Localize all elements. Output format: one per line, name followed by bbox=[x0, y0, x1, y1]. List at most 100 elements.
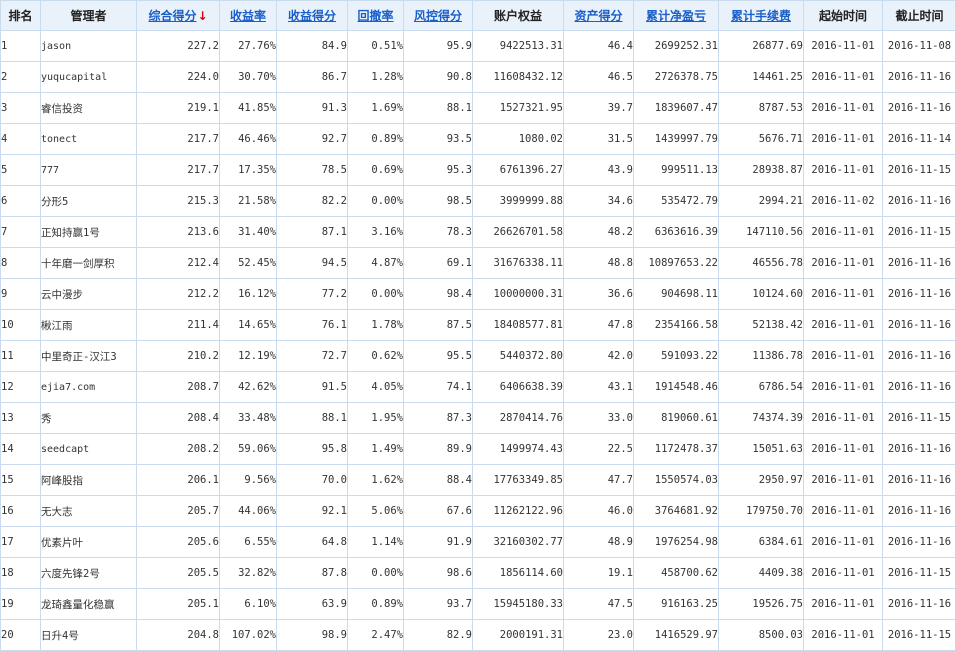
return-rate-cell: 33.48% bbox=[220, 403, 277, 434]
end-time-cell: 2016-11-16 bbox=[883, 279, 955, 310]
header-return-score[interactable]: 收益得分 bbox=[277, 1, 348, 31]
drawdown-cell: 2.47% bbox=[348, 620, 404, 651]
risk-score-cell: 74.1 bbox=[404, 372, 473, 403]
return-score-cell: 95.8 bbox=[277, 434, 348, 465]
manager-link[interactable]: 正知持赢1号 bbox=[41, 217, 137, 248]
manager-link[interactable]: 777 bbox=[41, 155, 137, 186]
table-row: 15阿峰股指206.19.56%70.01.62%88.417763349.85… bbox=[1, 465, 955, 496]
fees-cell: 10124.60 bbox=[719, 279, 804, 310]
header-composite-score[interactable]: 综合得分↓ bbox=[137, 1, 220, 31]
header-label: 回撤率 bbox=[357, 9, 393, 23]
return-score-cell: 87.8 bbox=[277, 558, 348, 589]
return-score-cell: 91.3 bbox=[277, 93, 348, 124]
start-time-cell: 2016-11-01 bbox=[804, 217, 883, 248]
drawdown-cell: 4.87% bbox=[348, 248, 404, 279]
composite-score-cell: 210.2 bbox=[137, 341, 220, 372]
return-score-cell: 72.7 bbox=[277, 341, 348, 372]
manager-link[interactable]: 日升4号 bbox=[41, 620, 137, 651]
composite-score-cell: 206.1 bbox=[137, 465, 220, 496]
drawdown-cell: 0.89% bbox=[348, 589, 404, 620]
header-start-time: 起始时间 bbox=[804, 1, 883, 31]
manager-link[interactable]: 阿峰股指 bbox=[41, 465, 137, 496]
return-rate-cell: 27.76% bbox=[220, 31, 277, 62]
start-time-cell: 2016-11-01 bbox=[804, 124, 883, 155]
manager-link[interactable]: yuqucapital bbox=[41, 62, 137, 93]
start-time-cell: 2016-11-01 bbox=[804, 62, 883, 93]
risk-score-cell: 95.5 bbox=[404, 341, 473, 372]
risk-score-cell: 82.9 bbox=[404, 620, 473, 651]
start-time-cell: 2016-11-01 bbox=[804, 589, 883, 620]
fees-cell: 74374.39 bbox=[719, 403, 804, 434]
net-pnl-cell: 535472.79 bbox=[634, 186, 719, 217]
account-equity-cell: 10000000.31 bbox=[473, 279, 564, 310]
start-time-cell: 2016-11-01 bbox=[804, 403, 883, 434]
account-equity-cell: 32160302.77 bbox=[473, 527, 564, 558]
risk-score-cell: 95.9 bbox=[404, 31, 473, 62]
header-label: 起始时间 bbox=[819, 9, 867, 23]
manager-link[interactable]: 分形5 bbox=[41, 186, 137, 217]
header-return-rate[interactable]: 收益率 bbox=[220, 1, 277, 31]
risk-score-cell: 78.3 bbox=[404, 217, 473, 248]
start-time-cell: 2016-11-01 bbox=[804, 372, 883, 403]
net-pnl-cell: 1439997.79 bbox=[634, 124, 719, 155]
manager-link[interactable]: 十年磨一剑厚积 bbox=[41, 248, 137, 279]
composite-score-cell: 208.7 bbox=[137, 372, 220, 403]
return-score-cell: 94.5 bbox=[277, 248, 348, 279]
drawdown-cell: 1.69% bbox=[348, 93, 404, 124]
net-pnl-cell: 1839607.47 bbox=[634, 93, 719, 124]
header-asset-score[interactable]: 资产得分 bbox=[564, 1, 634, 31]
manager-link[interactable]: 睿信投资 bbox=[41, 93, 137, 124]
risk-score-cell: 95.3 bbox=[404, 155, 473, 186]
table-row: 18六度先锋2号205.532.82%87.80.00%98.61856114.… bbox=[1, 558, 955, 589]
return-score-cell: 86.7 bbox=[277, 62, 348, 93]
asset-score-cell: 36.6 bbox=[564, 279, 634, 310]
account-equity-cell: 31676338.11 bbox=[473, 248, 564, 279]
end-time-cell: 2016-11-16 bbox=[883, 372, 955, 403]
manager-link[interactable]: seedcapt bbox=[41, 434, 137, 465]
fees-cell: 52138.42 bbox=[719, 310, 804, 341]
account-equity-cell: 1856114.60 bbox=[473, 558, 564, 589]
fees-cell: 179750.70 bbox=[719, 496, 804, 527]
header-risk-score[interactable]: 风控得分 bbox=[404, 1, 473, 31]
manager-link[interactable]: 中里奇正-汉江3 bbox=[41, 341, 137, 372]
manager-link[interactable]: 优素片叶 bbox=[41, 527, 137, 558]
manager-link[interactable]: ejia7.com bbox=[41, 372, 137, 403]
rank-cell: 4 bbox=[1, 124, 41, 155]
manager-link[interactable]: 秀 bbox=[41, 403, 137, 434]
fees-cell: 19526.75 bbox=[719, 589, 804, 620]
return-rate-cell: 52.45% bbox=[220, 248, 277, 279]
account-equity-cell: 1080.02 bbox=[473, 124, 564, 155]
manager-link[interactable]: 云中漫步 bbox=[41, 279, 137, 310]
return-rate-cell: 17.35% bbox=[220, 155, 277, 186]
header-label: 累计净盈亏 bbox=[646, 9, 706, 23]
account-equity-cell: 6406638.39 bbox=[473, 372, 564, 403]
manager-link[interactable]: 无大志 bbox=[41, 496, 137, 527]
header-label: 排名 bbox=[8, 9, 32, 23]
return-rate-cell: 30.70% bbox=[220, 62, 277, 93]
manager-link[interactable]: 六度先锋2号 bbox=[41, 558, 137, 589]
manager-link[interactable]: tonect bbox=[41, 124, 137, 155]
asset-score-cell: 48.8 bbox=[564, 248, 634, 279]
header-label: 收益得分 bbox=[288, 9, 336, 23]
asset-score-cell: 47.8 bbox=[564, 310, 634, 341]
drawdown-cell: 0.89% bbox=[348, 124, 404, 155]
risk-score-cell: 69.1 bbox=[404, 248, 473, 279]
header-fees[interactable]: 累计手续费 bbox=[719, 1, 804, 31]
header-net-pnl[interactable]: 累计净盈亏 bbox=[634, 1, 719, 31]
rank-cell: 20 bbox=[1, 620, 41, 651]
end-time-cell: 2016-11-15 bbox=[883, 217, 955, 248]
drawdown-cell: 4.05% bbox=[348, 372, 404, 403]
return-score-cell: 64.8 bbox=[277, 527, 348, 558]
fees-cell: 4409.38 bbox=[719, 558, 804, 589]
fees-cell: 11386.78 bbox=[719, 341, 804, 372]
fees-cell: 6384.61 bbox=[719, 527, 804, 558]
table-row: 20日升4号204.8107.02%98.92.47%82.92000191.3… bbox=[1, 620, 955, 651]
manager-link[interactable]: 楸江雨 bbox=[41, 310, 137, 341]
account-equity-cell: 11262122.96 bbox=[473, 496, 564, 527]
manager-link[interactable]: jason bbox=[41, 31, 137, 62]
risk-score-cell: 88.1 bbox=[404, 93, 473, 124]
return-score-cell: 92.1 bbox=[277, 496, 348, 527]
net-pnl-cell: 3764681.92 bbox=[634, 496, 719, 527]
header-drawdown[interactable]: 回撤率 bbox=[348, 1, 404, 31]
manager-link[interactable]: 龙琦鑫量化稳赢 bbox=[41, 589, 137, 620]
